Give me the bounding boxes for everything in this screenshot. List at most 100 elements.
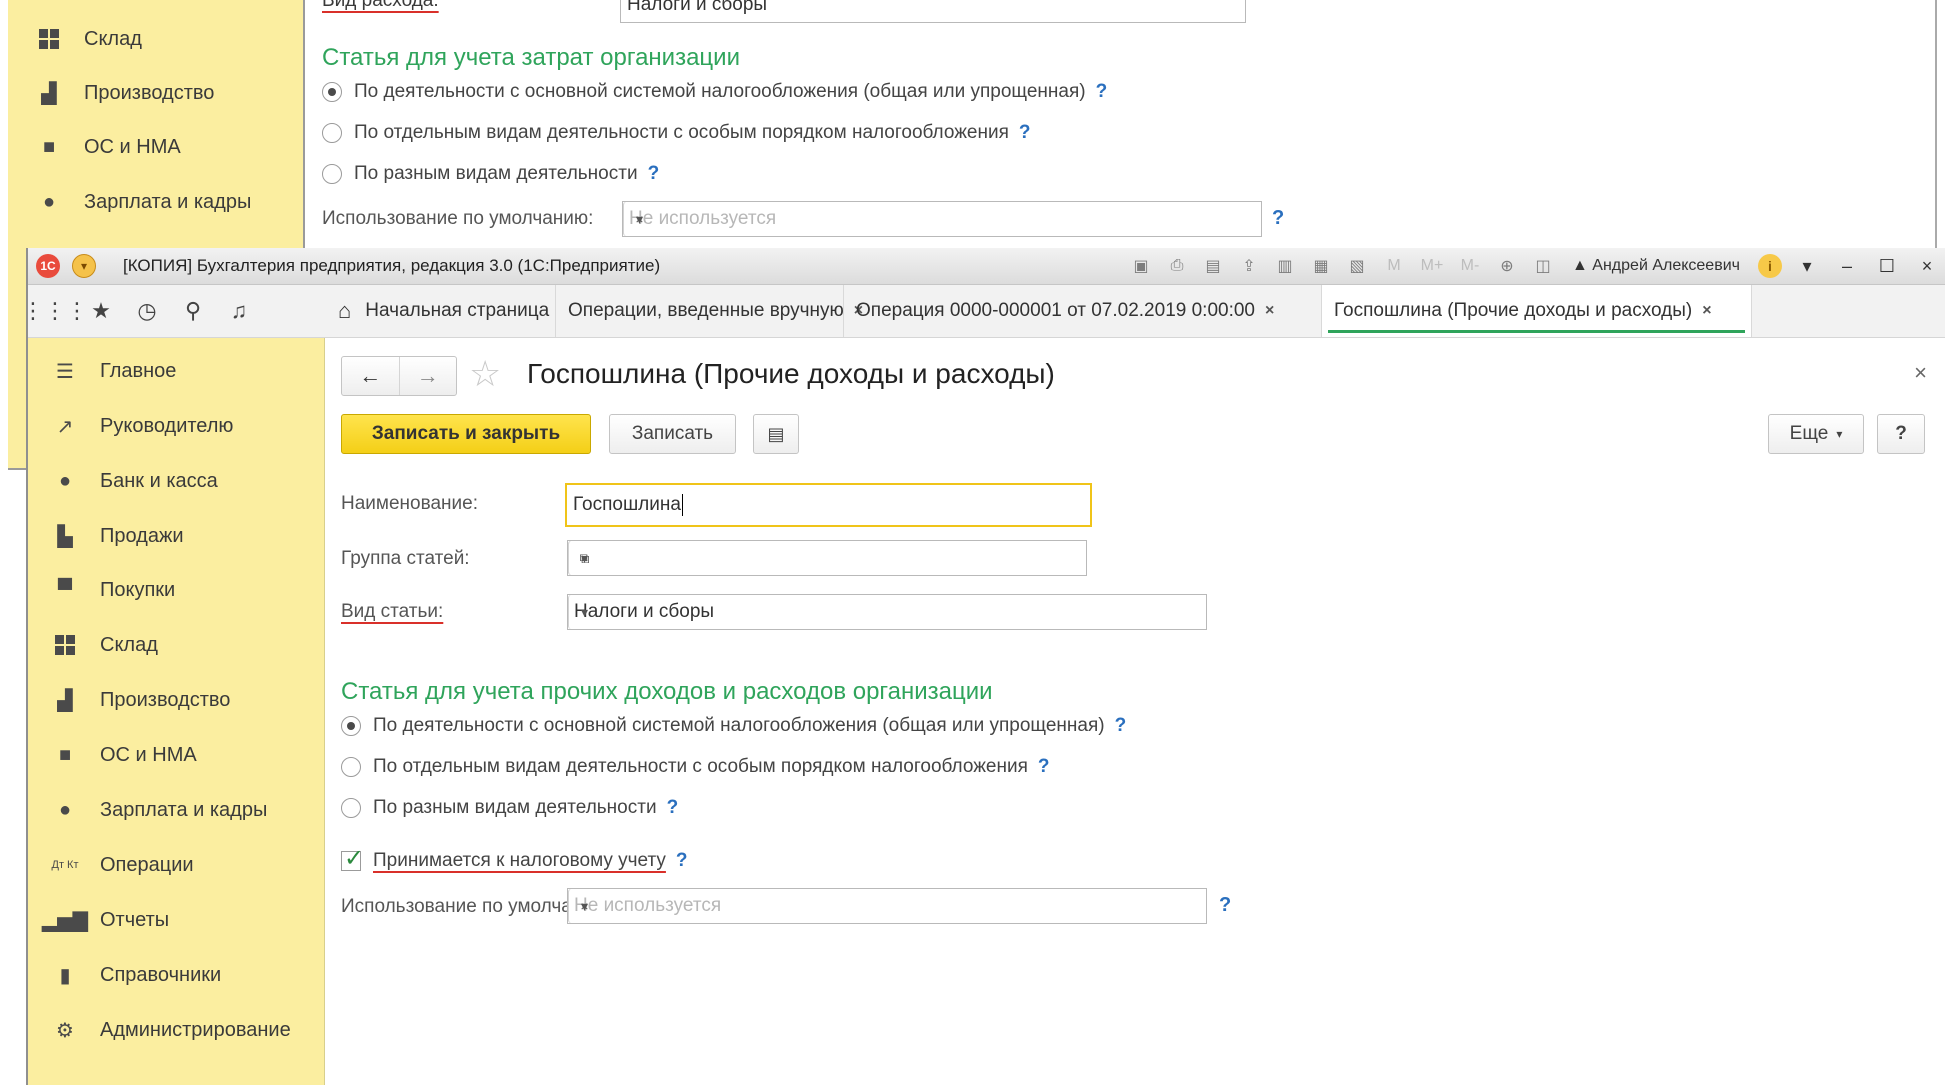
tax-accounting-checkbox[interactable]: ✓ (341, 845, 364, 872)
help-icon[interactable]: ? (1272, 207, 1284, 230)
save-and-close-button[interactable]: Записать и закрыть (341, 414, 591, 454)
checkmark-icon: ✓ (344, 845, 365, 872)
more-label: Еще (1789, 423, 1829, 444)
help-icon[interactable]: ? (1096, 81, 1108, 103)
radio-button[interactable] (322, 82, 342, 102)
current-user[interactable]: ▲ Андрей Алексеевич (1572, 257, 1740, 275)
tab-operation[interactable]: Операция 0000-000001 от 07.02.2019 0:00:… (844, 285, 1322, 337)
help-icon[interactable]: ? (1115, 715, 1127, 737)
sidebar-item-prodazhi[interactable]: ▙ Продажи (52, 521, 183, 551)
more-button[interactable]: Еще ▾ (1768, 414, 1864, 454)
sidebar-item-pokupki[interactable]: ▀ Покупки (52, 575, 175, 605)
favorite-star-icon[interactable]: ☆ (469, 355, 501, 393)
history-icon[interactable]: ◷ (124, 285, 170, 337)
radio-button[interactable] (322, 123, 342, 143)
minimize-button[interactable]: – (1832, 253, 1862, 279)
print-icon[interactable]: ⎙ (1164, 253, 1190, 279)
sidebar-item-os[interactable]: ■ ОС и НМА (36, 132, 181, 162)
calculator-icon[interactable]: ▦ (1308, 253, 1334, 279)
form-close-icon[interactable]: × (1914, 360, 1927, 386)
tab-gosposhlina[interactable]: Госпошлина (Прочие доходы и расходы) × (1322, 285, 1752, 337)
person-icon: ● (58, 798, 72, 821)
help-icon[interactable]: ? (1019, 122, 1031, 144)
preview-icon[interactable]: ▤ (1200, 253, 1226, 279)
radio-option[interactable]: По разным видам деятельности ? (322, 159, 659, 189)
radio-button[interactable] (322, 164, 342, 184)
save-icon[interactable]: ▣ (1128, 253, 1154, 279)
default-usage-field[interactable]: Не используется ▾ × (567, 888, 1207, 924)
radio-button[interactable] (341, 798, 361, 818)
help-icon[interactable]: ? (648, 163, 660, 185)
close-icon[interactable]: × (1702, 302, 1711, 320)
forward-arrow-icon[interactable]: → (398, 357, 457, 395)
sidebar-item-operacii[interactable]: Дт Кт Операции (52, 850, 194, 880)
home-icon: ⌂ (338, 298, 352, 323)
search-icon[interactable]: ⚲ (170, 285, 216, 337)
tab-home[interactable]: ⌂ Начальная страница (326, 285, 556, 337)
radio-button[interactable] (341, 716, 361, 736)
radio-option[interactable]: По деятельности с основной системой нало… (322, 77, 1107, 107)
sidebar-item-spravochniki[interactable]: ▮ Справочники (52, 960, 221, 990)
help-icon[interactable]: ? (1038, 756, 1050, 778)
favorites-icon[interactable]: ★ (78, 285, 124, 337)
close-icon[interactable]: × (1265, 302, 1274, 320)
dtkt-icon: Дт Кт (51, 859, 79, 871)
back-arrow-icon[interactable]: ← (342, 357, 399, 395)
help-icon[interactable]: ? (667, 797, 679, 819)
upload-icon[interactable]: ⇪ (1236, 253, 1262, 279)
sidebar-item-otchety[interactable]: ▂▅▇ Отчеты (42, 905, 169, 935)
bell-icon[interactable]: ♫ (216, 285, 262, 337)
expense-type-select[interactable]: Налоги и сборы (620, 0, 1246, 23)
memory-minus-button[interactable]: M- (1456, 253, 1484, 279)
clear-icon[interactable]: × (568, 889, 600, 923)
gear-icon: ⚙ (56, 1019, 74, 1042)
scan-icon[interactable]: ▥ (1272, 253, 1298, 279)
main-menu-icon[interactable]: ▾ (72, 254, 96, 278)
window-close-button[interactable]: × (1912, 253, 1942, 279)
sidebar-item-label: Склад (100, 633, 158, 656)
radio-option[interactable]: По деятельности с основной системой нало… (341, 711, 1126, 741)
help-icon[interactable]: ? (676, 850, 688, 872)
sidebar-item-bank[interactable]: ● Банк и касса (52, 466, 218, 496)
radio-option[interactable]: По отдельным видам деятельности с особым… (341, 752, 1050, 782)
sidebar-item-os[interactable]: ■ ОС и НМА (52, 740, 197, 770)
type-select[interactable]: Налоги и сборы ▾ (567, 594, 1207, 630)
maximize-button[interactable]: ☐ (1872, 253, 1902, 279)
sidebar-item-admin[interactable]: ⚙ Администрирование (52, 1015, 291, 1045)
app-logo-icon[interactable]: 1С (36, 254, 60, 278)
calendar-icon[interactable]: ▧ (1344, 253, 1370, 279)
save-button[interactable]: Записать (609, 414, 736, 454)
sidebar-item-zarplata[interactable]: ● Зарплата и кадры (36, 187, 251, 217)
info-icon[interactable]: i (1757, 254, 1782, 278)
radio-option[interactable]: По отдельным видам деятельности с особым… (322, 118, 1031, 148)
sidebar-item-rukovoditelyu[interactable]: ↗ Руководителю (52, 411, 234, 441)
default-usage-field[interactable]: Не используется ▾ × (622, 201, 1262, 237)
radio-option[interactable]: По разным видам деятельности ? (341, 793, 678, 823)
sidebar-item-zarplata[interactable]: ● Зарплата и кадры (52, 795, 267, 825)
open-icon[interactable]: ⧉ (568, 541, 600, 575)
tax-accounting-checkbox-row[interactable]: ✓ Принимается к налоговому учету ? (341, 845, 688, 876)
chevron-down-icon[interactable]: ▾ (1792, 253, 1822, 279)
sidebar-item-sklad[interactable]: Склад (52, 630, 158, 660)
sidebar-item-proizvodstvo[interactable]: ▟ Производство (52, 685, 230, 715)
sidebar-item-glavnoe[interactable]: ☰ Главное (52, 356, 176, 386)
zoom-icon[interactable]: ⊕ (1494, 253, 1520, 279)
memory-plus-button[interactable]: M+ (1418, 253, 1446, 279)
radio-button[interactable] (341, 757, 361, 777)
sidebar-item-sklad[interactable]: Склад (36, 24, 142, 54)
clear-icon[interactable]: × (623, 202, 655, 236)
sidebar-item-proizvodstvo[interactable]: ▟ Производство (36, 78, 214, 108)
help-button[interactable]: ? (1877, 414, 1925, 454)
help-icon[interactable]: ? (1219, 894, 1231, 917)
panels-icon[interactable]: ◫ (1530, 253, 1556, 279)
quick-actions: ⋮⋮⋮ ★ ◷ ⚲ ♫ (22, 285, 326, 337)
background-form: Вид расхода: Налоги и сборы Статья для у… (322, 0, 1922, 250)
document-icon[interactable]: ▤ (753, 414, 799, 454)
tab-manual-operations[interactable]: Операции, введенные вручную × (556, 285, 863, 337)
name-input[interactable]: Госпошлина (565, 483, 1092, 527)
dropdown-icon[interactable]: ▾ (568, 595, 600, 629)
apps-grid-icon[interactable]: ⋮⋮⋮ (22, 285, 88, 337)
memory-m-button[interactable]: M (1380, 253, 1408, 279)
type-value: Налоги и сборы (574, 601, 715, 622)
group-field[interactable]: ▾ × ⧉ (567, 540, 1087, 576)
